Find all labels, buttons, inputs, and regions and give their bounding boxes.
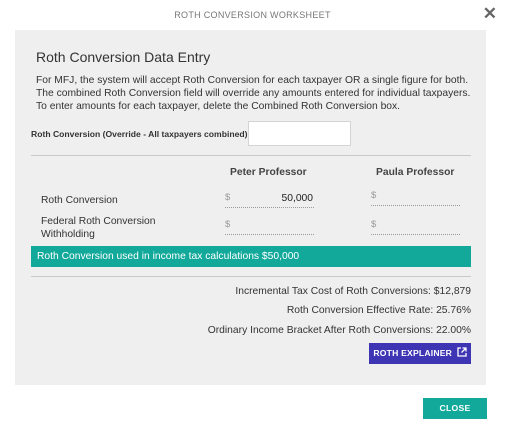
column-header-taxpayer1: Peter Professor [230, 167, 307, 178]
dollar-sign: $ [371, 219, 377, 230]
incremental-tax-cost: Incremental Tax Cost of Roth Conversions… [235, 286, 471, 297]
income-tax-banner: Roth Conversion used in income tax calcu… [31, 246, 471, 267]
override-label: Roth Conversion (Override - All taxpayer… [31, 129, 248, 139]
panel-title: Roth Conversion Data Entry [36, 49, 211, 65]
divider [31, 276, 471, 277]
data-entry-panel: Roth Conversion Data Entry For MFJ, the … [15, 30, 486, 385]
withholding-taxpayer1-field[interactable]: $ [225, 218, 314, 235]
close-icon[interactable]: ✕ [483, 5, 497, 22]
withholding-taxpayer2-field[interactable]: $ [371, 218, 460, 235]
dollar-sign: $ [371, 190, 377, 201]
roth-conversion-taxpayer1-field[interactable]: $ 50,000 [225, 191, 314, 208]
income-bracket: Ordinary Income Bracket After Roth Conve… [207, 325, 471, 336]
roth-explainer-button[interactable]: ROTH EXPLAINER [369, 343, 471, 364]
dollar-sign: $ [225, 192, 231, 203]
field-value: 50,000 [281, 193, 314, 204]
override-input[interactable] [248, 121, 351, 146]
column-header-taxpayer2: Paula Professor [376, 167, 455, 178]
withholding-label: Federal Roth Conversion Withholding [41, 216, 156, 240]
roth-explainer-label: ROTH EXPLAINER [373, 348, 453, 358]
effective-rate: Roth Conversion Effective Rate: 25.76% [286, 305, 471, 316]
divider [31, 155, 471, 156]
dollar-sign: $ [225, 219, 231, 230]
panel-description: For MFJ, the system will accept Roth Con… [36, 75, 471, 112]
external-link-icon [457, 347, 467, 357]
roth-conversion-taxpayer2-field[interactable]: $ [371, 189, 460, 206]
close-button[interactable]: CLOSE [423, 398, 487, 419]
dialog-title: ROTH CONVERSION WORKSHEET [174, 10, 331, 20]
roth-conversion-label: Roth Conversion [41, 195, 118, 206]
